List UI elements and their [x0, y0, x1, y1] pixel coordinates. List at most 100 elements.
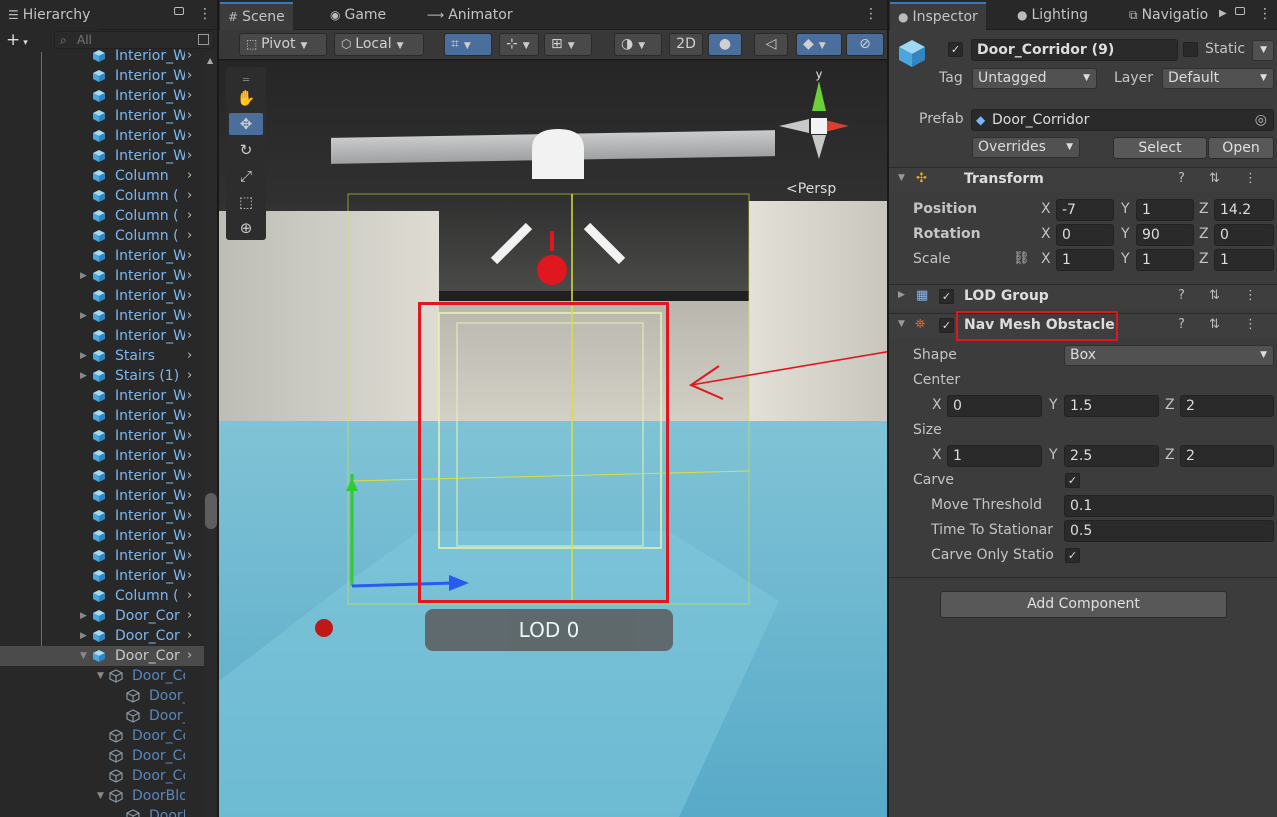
- hierarchy-row[interactable]: Interior_W ›: [0, 566, 205, 586]
- open-button[interactable]: Open: [1208, 137, 1274, 159]
- hierarchy-row[interactable]: DoorBlo: [0, 806, 205, 817]
- hierarchy-row[interactable]: ▶ Interior_W ›: [0, 306, 205, 326]
- hierarchy-row[interactable]: Column (›: [0, 586, 205, 606]
- more-menu-icon[interactable]: ⋮: [198, 6, 212, 22]
- position-y-axis-label[interactable]: Y: [1121, 201, 1130, 217]
- hierarchy-row[interactable]: Door_Corr: [0, 766, 205, 786]
- scroll-up-icon[interactable]: ▲: [207, 56, 213, 65]
- expand-open-icon[interactable]: ▼: [80, 646, 87, 666]
- expand-open-icon[interactable]: ▼: [97, 666, 104, 686]
- gizmo-center-cube[interactable]: [811, 118, 827, 134]
- rotate-tool-icon[interactable]: ↻: [229, 139, 263, 161]
- prefab-open-chevron-icon[interactable]: ›: [187, 346, 192, 366]
- prefab-open-chevron-icon[interactable]: ›: [187, 506, 192, 526]
- tab-scroll-icon[interactable]: ▶: [1219, 8, 1227, 19]
- transform-header[interactable]: ▼ ✣ Transform ? ⇅ ⋮: [889, 167, 1277, 192]
- rotation-y-field[interactable]: 90: [1136, 224, 1194, 246]
- move-tool-icon[interactable]: ✥: [229, 113, 263, 135]
- scene-viewport[interactable]: LOD 0 ═ ✋ ✥ ↻ ⤢ ⬚ ⊕ y x <Persp: [219, 61, 887, 817]
- rotation-z-axis-label[interactable]: Z: [1199, 226, 1209, 242]
- position-z-field[interactable]: 14.2: [1214, 199, 1274, 221]
- pivot-dropdown[interactable]: ⬚ Pivot ▼: [239, 33, 327, 56]
- component-actions[interactable]: ? ⇅ ⋮: [1178, 288, 1267, 303]
- add-component-button[interactable]: Add Component: [940, 591, 1227, 618]
- hierarchy-row[interactable]: Interior_W ›: [0, 546, 205, 566]
- hierarchy-row[interactable]: ▶ Stairs (1) ›: [0, 366, 205, 386]
- prefab-open-chevron-icon[interactable]: ›: [187, 586, 192, 606]
- prefab-open-chevron-icon[interactable]: ›: [187, 446, 192, 466]
- time-to-stationary-field[interactable]: 0.5: [1064, 520, 1274, 542]
- gizmo-neg-y-axis[interactable]: [812, 135, 826, 159]
- hierarchy-row[interactable]: ▶ Stairs ›: [0, 346, 205, 366]
- hierarchy-row[interactable]: ▶ Interior_W ›: [0, 266, 205, 286]
- hierarchy-row[interactable]: Interior_W ›: [0, 426, 205, 446]
- prefab-open-chevron-icon[interactable]: ›: [187, 466, 192, 486]
- prefab-open-chevron-icon[interactable]: ›: [187, 366, 192, 386]
- rotation-y-axis-label[interactable]: Y: [1121, 226, 1130, 242]
- prefab-open-chevron-icon[interactable]: ›: [187, 186, 192, 206]
- prefab-open-chevron-icon[interactable]: ›: [187, 106, 192, 126]
- scene-visibility-icon[interactable]: [198, 34, 209, 45]
- prefab-open-chevron-icon[interactable]: ›: [187, 86, 192, 106]
- prefab-open-chevron-icon[interactable]: ›: [187, 406, 192, 426]
- projection-label[interactable]: <Persp: [786, 181, 836, 197]
- size-x-field[interactable]: 1: [947, 445, 1042, 467]
- active-checkbox[interactable]: ✓: [948, 42, 963, 57]
- rect-tool-icon[interactable]: ⬚: [229, 191, 263, 213]
- tab-inspector[interactable]: ● Inspector: [890, 2, 986, 30]
- prefab-open-chevron-icon[interactable]: ›: [187, 426, 192, 446]
- position-x-axis-label[interactable]: X: [1041, 201, 1051, 217]
- 2d-toggle[interactable]: 2D: [669, 33, 703, 56]
- prefab-open-chevron-icon[interactable]: ›: [187, 646, 192, 666]
- hierarchy-row[interactable]: Interior_W ›: [0, 286, 205, 306]
- hierarchy-row[interactable]: Interior_W ›: [0, 386, 205, 406]
- lock-icon[interactable]: [174, 7, 184, 15]
- more-menu-icon[interactable]: ⋮: [864, 6, 878, 22]
- hierarchy-row[interactable]: Interior_W ›: [0, 86, 205, 106]
- size-z-axis-label[interactable]: Z: [1165, 447, 1175, 463]
- object-name-field[interactable]: Door_Corridor (9): [971, 39, 1178, 61]
- transform-tool-icon[interactable]: ⊕: [229, 217, 263, 239]
- tab-animator[interactable]: ⟶ Animator: [419, 2, 521, 30]
- tab-scene[interactable]: # Scene: [220, 2, 293, 30]
- prefab-open-chevron-icon[interactable]: ›: [187, 246, 192, 266]
- hierarchy-row[interactable]: Door_Corr: [0, 746, 205, 766]
- center-x-axis-label[interactable]: X: [932, 397, 942, 413]
- tab-game[interactable]: ◉ Game: [322, 2, 394, 30]
- rotation-z-field[interactable]: 0: [1214, 224, 1274, 246]
- prefab-open-chevron-icon[interactable]: ›: [187, 326, 192, 346]
- prefab-open-chevron-icon[interactable]: ›: [187, 226, 192, 246]
- size-y-axis-label[interactable]: Y: [1049, 447, 1058, 463]
- more-menu-icon[interactable]: ⋮: [1258, 6, 1272, 22]
- prefab-open-chevron-icon[interactable]: ›: [187, 146, 192, 166]
- prefab-open-chevron-icon[interactable]: ›: [187, 166, 192, 186]
- fold-arrow-icon[interactable]: ▶: [898, 290, 905, 300]
- hierarchy-row[interactable]: Interior_W ›: [0, 526, 205, 546]
- local-dropdown[interactable]: ⬡ Local ▼: [334, 33, 424, 56]
- scale-z-axis-label[interactable]: Z: [1199, 251, 1209, 267]
- scene-visibility-toggle[interactable]: ⊘: [846, 33, 884, 56]
- size-x-axis-label[interactable]: X: [932, 447, 942, 463]
- hierarchy-row[interactable]: Interior_W ›: [0, 406, 205, 426]
- hierarchy-row[interactable]: Interior_W ›: [0, 446, 205, 466]
- scale-y-axis-label[interactable]: Y: [1121, 251, 1130, 267]
- object-picker-icon[interactable]: ◎: [1255, 110, 1267, 130]
- expand-closed-icon[interactable]: ▶: [80, 366, 87, 386]
- prefab-open-chevron-icon[interactable]: ›: [187, 486, 192, 506]
- hierarchy-row[interactable]: Interior_W ›: [0, 66, 205, 86]
- tab-navigation[interactable]: ⧉ Navigatio: [1121, 2, 1231, 30]
- prefab-open-chevron-icon[interactable]: ›: [187, 126, 192, 146]
- hierarchy-row[interactable]: Door_Corr: [0, 726, 205, 746]
- prefab-open-chevron-icon[interactable]: ›: [187, 546, 192, 566]
- lighting-toggle[interactable]: ●: [708, 33, 742, 56]
- static-dropdown[interactable]: ▼: [1252, 40, 1274, 61]
- center-y-field[interactable]: 1.5: [1064, 395, 1159, 417]
- prefab-open-chevron-icon[interactable]: ›: [187, 66, 192, 86]
- size-y-field[interactable]: 2.5: [1064, 445, 1159, 467]
- carve-checkbox[interactable]: ✓: [1065, 473, 1080, 488]
- hierarchy-row[interactable]: Interior_W ›: [0, 106, 205, 126]
- hierarchy-row[interactable]: Interior_W ›: [0, 466, 205, 486]
- prefab-open-chevron-icon[interactable]: ›: [187, 266, 192, 286]
- hierarchy-row[interactable]: Interior_W ›: [0, 326, 205, 346]
- prefab-open-chevron-icon[interactable]: ›: [187, 386, 192, 406]
